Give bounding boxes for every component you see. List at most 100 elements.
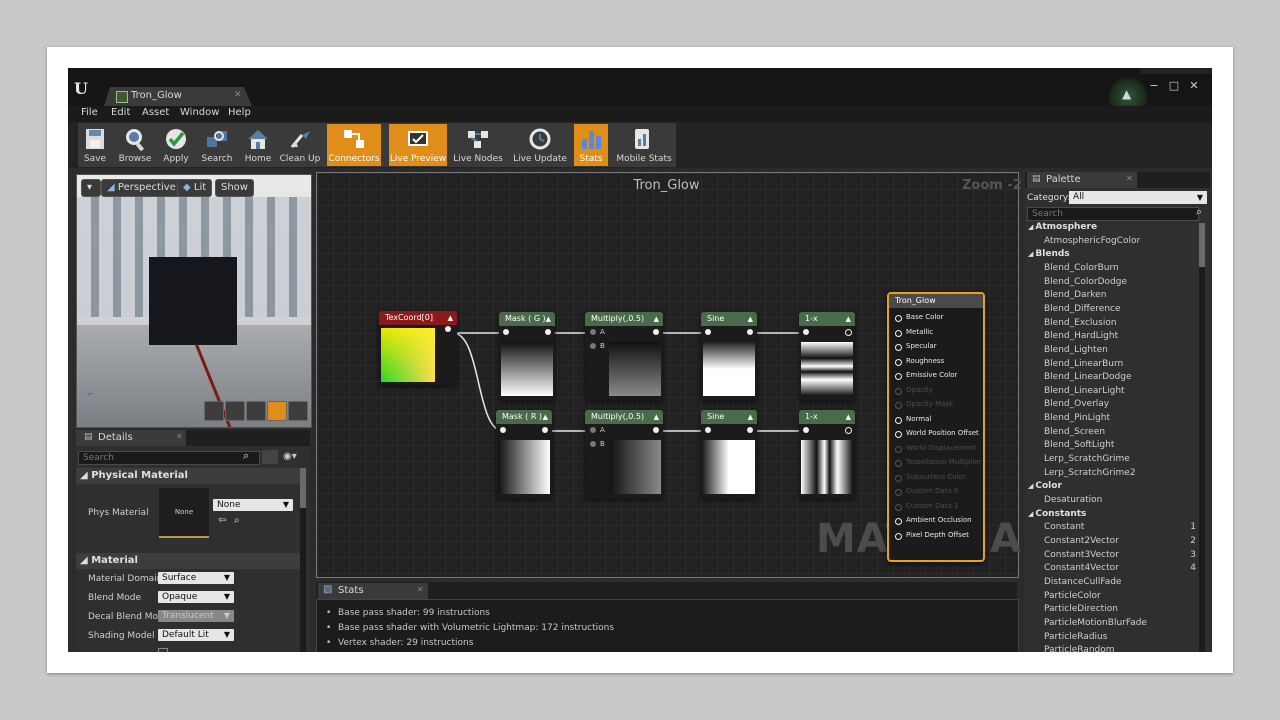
- live-preview-button[interactable]: Live Preview: [389, 124, 447, 166]
- palette-item[interactable]: Blend_Screen: [1028, 427, 1196, 440]
- home-button[interactable]: Home: [240, 124, 276, 166]
- multiply-1-node[interactable]: Multiply(,0.5) ▲ A B: [585, 312, 663, 400]
- view-options-grid-icon[interactable]: [262, 450, 278, 464]
- palette-item[interactable]: Blend_HardLight: [1028, 331, 1196, 344]
- preview-viewport[interactable]: ▾ ◢ Perspective ◆ Lit Show ⌐: [76, 174, 312, 428]
- palette-item[interactable]: Lerp_ScratchGrime: [1028, 454, 1196, 467]
- sine-2-node[interactable]: Sine ▲: [701, 410, 757, 498]
- mask-r-node[interactable]: Mask ( R ) ▲: [496, 410, 552, 498]
- texcoord-output-pin[interactable]: [445, 326, 451, 332]
- mobile-stats-button[interactable]: Mobile Stats: [613, 124, 675, 166]
- palette-item[interactable]: Blend_ColorDodge: [1028, 277, 1196, 290]
- property-checkbox[interactable]: [158, 648, 168, 652]
- palette-item[interactable]: ParticleColor: [1028, 591, 1196, 604]
- palette-item[interactable]: Blend_Difference: [1028, 304, 1196, 317]
- palette-item[interactable]: Blend_Darken: [1028, 290, 1196, 303]
- palette-item[interactable]: Blend_LinearLight: [1028, 386, 1196, 399]
- palette-scrollbar-thumb[interactable]: [1199, 223, 1205, 267]
- palette-item[interactable]: Blend_Overlay: [1028, 399, 1196, 412]
- menu-file[interactable]: File: [81, 107, 98, 118]
- eye-icon[interactable]: ◉▾: [283, 451, 297, 462]
- one-minus-2-node[interactable]: 1-x ▲: [799, 410, 855, 498]
- result-input-pin[interactable]: [895, 532, 902, 540]
- palette-category[interactable]: ◢ Atmosphere: [1028, 222, 1196, 235]
- mask-r-input-pin[interactable]: [500, 427, 506, 433]
- maximize-button[interactable]: □: [1164, 79, 1184, 92]
- palette-item[interactable]: Blend_LinearDodge: [1028, 372, 1196, 385]
- texcoord-node[interactable]: TexCoord[0] ▲: [379, 311, 457, 385]
- palette-scrollbar[interactable]: [1199, 223, 1205, 652]
- search-button[interactable]: Search: [198, 124, 236, 166]
- one-minus-1-output-pin[interactable]: [845, 329, 852, 336]
- multiply-2-node[interactable]: Multiply(,0.5) ▲ A B: [585, 410, 663, 498]
- result-input-pin[interactable]: [895, 358, 902, 366]
- palette-tab[interactable]: [1027, 172, 1137, 188]
- result-node[interactable]: Tron_Glow Base Color Metallic Specular Roug…: [887, 292, 985, 562]
- details-search-input[interactable]: Search: [78, 451, 260, 465]
- sine-1-input-pin[interactable]: [705, 329, 711, 335]
- sine-1-output-pin[interactable]: [747, 329, 753, 335]
- palette-category[interactable]: ◢ Constants: [1028, 509, 1196, 522]
- live-nodes-button[interactable]: Live Nodes: [452, 124, 504, 166]
- show-button[interactable]: Show: [215, 179, 254, 197]
- details-scrollbar[interactable]: [300, 468, 306, 652]
- result-input-pin[interactable]: [895, 518, 902, 525]
- result-input-pin[interactable]: [895, 416, 902, 424]
- result-input-pin[interactable]: [895, 373, 902, 380]
- menu-help[interactable]: Help: [228, 107, 251, 118]
- palette-tab-close-icon[interactable]: ✕: [1126, 174, 1133, 183]
- palette-search-input[interactable]: Search: [1027, 207, 1199, 221]
- preview-teapot-button[interactable]: [288, 401, 308, 421]
- lit-button[interactable]: ◆ Lit: [177, 179, 213, 197]
- save-button[interactable]: Save: [78, 124, 112, 166]
- palette-item[interactable]: Constant3Vector 3: [1028, 550, 1196, 563]
- stats-tab-close-icon[interactable]: ✕: [417, 585, 424, 594]
- document-tab-close-icon[interactable]: ✕: [234, 90, 242, 100]
- result-input-pin[interactable]: [895, 431, 902, 438]
- preview-plane-button[interactable]: [246, 401, 266, 421]
- palette-item[interactable]: Blend_SoftLight: [1028, 440, 1196, 453]
- viewport-options-dropdown[interactable]: ▾: [81, 179, 101, 197]
- palette-item[interactable]: Blend_Lighten: [1028, 345, 1196, 358]
- sine-2-input-pin[interactable]: [705, 427, 711, 433]
- palette-category[interactable]: ◢ Blends: [1028, 249, 1196, 262]
- preview-cube-button[interactable]: [267, 401, 287, 421]
- palette-item[interactable]: Constant2Vector 2: [1028, 536, 1196, 549]
- palette-item[interactable]: Blend_ColorBurn: [1028, 263, 1196, 276]
- result-input-pin[interactable]: [895, 344, 902, 351]
- preview-cylinder-button[interactable]: [204, 401, 224, 421]
- palette-category[interactable]: ◢ Color: [1028, 481, 1196, 494]
- result-input-pin[interactable]: [895, 315, 902, 322]
- mask-g-input-pin[interactable]: [503, 329, 509, 335]
- clean-up-button[interactable]: Clean Up: [279, 124, 321, 166]
- material-section[interactable]: ◢ Material: [76, 553, 304, 569]
- multiply-1-output-pin[interactable]: [653, 329, 659, 335]
- palette-item[interactable]: ParticleRandom: [1028, 645, 1196, 652]
- physical-material-section[interactable]: ◢ Physical Material: [76, 468, 304, 484]
- minimize-button[interactable]: −: [1144, 79, 1164, 92]
- browse-asset-icon[interactable]: ⌕: [234, 515, 240, 526]
- stats-button[interactable]: Stats: [574, 124, 608, 166]
- palette-item[interactable]: ParticleDirection: [1028, 604, 1196, 617]
- multiply-2-b-pin[interactable]: [590, 441, 596, 447]
- multiply-1-b-pin[interactable]: [590, 343, 596, 349]
- palette-item[interactable]: Desaturation: [1028, 495, 1196, 508]
- multiply-2-output-pin[interactable]: [653, 427, 659, 433]
- result-input-pin[interactable]: [895, 329, 902, 337]
- phys-material-thumbnail[interactable]: None: [159, 488, 209, 538]
- palette-item[interactable]: Blend_PinLight: [1028, 413, 1196, 426]
- material-domain-combo[interactable]: Surface ▼: [158, 572, 234, 584]
- blend-mode-combo[interactable]: Opaque ▼: [158, 591, 234, 603]
- apply-button[interactable]: Apply: [158, 124, 194, 166]
- palette-item[interactable]: ParticleRadius: [1028, 632, 1196, 645]
- details-tab-close-icon[interactable]: ✕: [176, 432, 183, 441]
- sine-1-node[interactable]: Sine ▲: [701, 312, 757, 400]
- category-combo[interactable]: All ▼: [1069, 191, 1207, 204]
- palette-item[interactable]: Constant 1: [1028, 522, 1196, 535]
- sine-2-output-pin[interactable]: [747, 427, 753, 433]
- stats-tab[interactable]: [318, 583, 428, 599]
- palette-item[interactable]: Constant4Vector 4: [1028, 563, 1196, 576]
- one-minus-1-input-pin[interactable]: [803, 329, 809, 335]
- palette-item[interactable]: Lerp_ScratchGrime2: [1028, 468, 1196, 481]
- phys-material-combo[interactable]: None ▼: [213, 499, 293, 511]
